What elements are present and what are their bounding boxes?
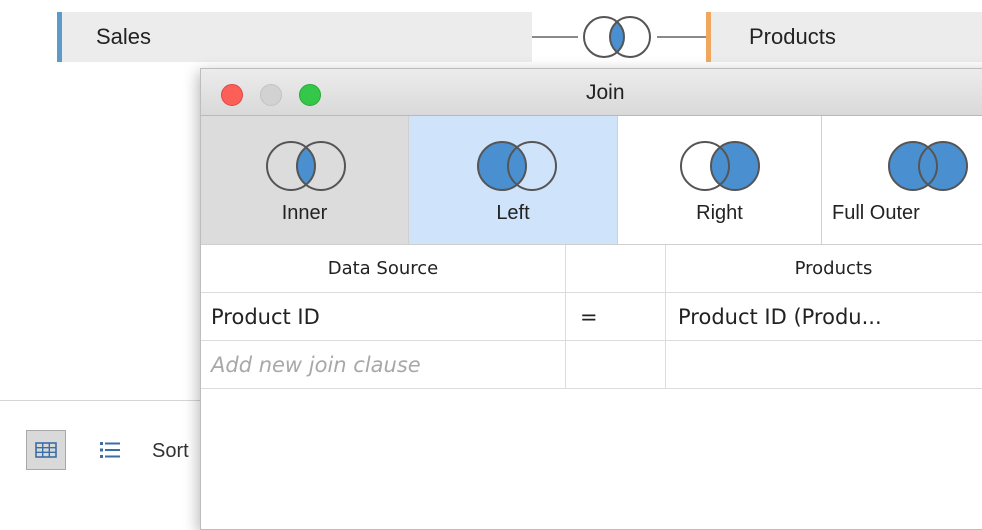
join-type-right[interactable]: Right [618, 116, 822, 244]
list-view-button[interactable] [90, 430, 130, 470]
join-type-label: Full Outer [832, 202, 920, 224]
header-data-source: Data Source [201, 245, 566, 292]
minimize-window-button[interactable] [260, 84, 282, 106]
join-clause-row[interactable]: Product ID = Product ID (Produ... [201, 293, 982, 341]
join-type-full-outer[interactable]: Full Outer [822, 116, 982, 244]
join-dialog: Join Inner Left Right Full Outer Data So… [200, 68, 982, 530]
table-pill-products[interactable]: Products [706, 12, 982, 62]
sort-label[interactable]: Sort [152, 440, 189, 463]
join-link-line-left [532, 36, 578, 38]
join-type-label: Inner [281, 202, 328, 224]
join-operator[interactable]: = [566, 293, 666, 340]
table-pill-sales[interactable]: Sales [57, 12, 532, 62]
left-join-field[interactable]: Product ID [201, 293, 566, 340]
full-outer-join-icon [888, 141, 968, 191]
table-name-products: Products [749, 24, 836, 49]
join-link-line-right [657, 36, 706, 38]
inner-join-icon [266, 141, 346, 191]
list-view-icon [100, 442, 120, 458]
add-join-clause-row[interactable]: Add new join clause [201, 341, 982, 389]
inner-join-icon[interactable] [575, 12, 659, 62]
empty-right-cell [666, 341, 982, 388]
join-canvas: Sales Products [0, 0, 982, 78]
join-type-inner[interactable]: Inner [201, 116, 409, 244]
right-join-field[interactable]: Product ID (Produ... [666, 293, 982, 340]
join-type-selector: Inner Left Right Full Outer [201, 116, 982, 245]
header-operator [566, 245, 666, 292]
right-join-icon [680, 141, 760, 191]
dialog-title: Join [586, 81, 625, 104]
grid-view-button[interactable] [26, 430, 66, 470]
grid-view-icon [35, 442, 57, 458]
close-window-button[interactable] [221, 84, 243, 106]
left-join-icon [477, 141, 557, 191]
header-products: Products [794, 258, 873, 279]
dialog-titlebar[interactable]: Join [201, 69, 982, 116]
join-type-label: Left [496, 202, 530, 224]
table-header-row: Data Source Products [201, 245, 982, 293]
join-clause-table: Data Source Products Product ID = Produc… [201, 245, 982, 389]
join-type-left[interactable]: Left [409, 116, 618, 244]
table-name-sales: Sales [96, 24, 152, 49]
join-type-label: Right [696, 202, 743, 224]
empty-operator-cell [566, 341, 666, 388]
add-join-clause-input[interactable]: Add new join clause [201, 341, 566, 388]
maximize-window-button[interactable] [299, 84, 321, 106]
